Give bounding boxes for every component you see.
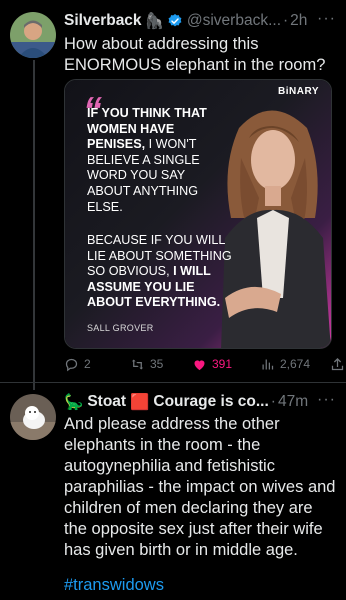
reply-count: 2 xyxy=(84,357,91,371)
tweet-text: How about addressing this ENORMOUS eleph… xyxy=(64,35,326,74)
like-button[interactable]: 391 xyxy=(192,357,232,372)
like-count: 391 xyxy=(212,357,233,371)
quote-part-1: If you think that women have penises, I … xyxy=(87,106,227,215)
avatar-man-icon xyxy=(10,12,56,58)
views-button[interactable]: 2,674 xyxy=(260,357,310,372)
heart-filled-icon xyxy=(194,359,205,370)
tweet-actions: 2 35 391 2,674 xyxy=(64,353,344,375)
timestamp[interactable]: 47m xyxy=(278,393,308,411)
gorilla-emoji-icon: 🦍 xyxy=(144,12,164,30)
tweet-header: 🦕 Stoat 🟥 Courage is co... · 47m xyxy=(64,392,338,412)
more-options-icon[interactable]: ··· xyxy=(317,10,336,28)
tweet-stoat[interactable]: 🦕 Stoat 🟥 Courage is co... · 47m ··· And… xyxy=(0,383,346,600)
quote-part-2: Because if you will lie about something … xyxy=(87,233,237,311)
dinosaur-emoji-icon: 🦕 xyxy=(64,393,84,411)
card-brand: BiNARY xyxy=(278,86,319,97)
more-options-icon[interactable]: ··· xyxy=(317,391,336,409)
tweet-header: Silverback 🦍 @siverback... · 2h xyxy=(64,11,338,31)
avatar-stoat-icon xyxy=(10,394,56,440)
tweet-silverback[interactable]: Silverback 🦍 @siverback... · 2h ··· How … xyxy=(0,0,346,390)
reply-icon xyxy=(65,358,78,371)
red-square-emoji-icon: 🟥 xyxy=(130,393,150,411)
share-button[interactable] xyxy=(330,357,345,372)
timestamp[interactable]: 2h xyxy=(290,12,307,30)
retweet-icon xyxy=(131,359,144,369)
display-name[interactable]: Stoat xyxy=(87,393,126,411)
share-icon xyxy=(331,357,344,370)
retweet-count: 35 xyxy=(150,357,164,371)
avatar-silverback[interactable] xyxy=(10,12,56,58)
woman-portrait-image xyxy=(221,110,331,348)
quote-image-card[interactable]: BiNARY “ If you think that women have pe… xyxy=(64,79,332,349)
reply-button[interactable]: 2 xyxy=(64,357,91,372)
quote-author: SALL GROVER xyxy=(87,323,154,333)
display-name-suffix[interactable]: Courage is co... xyxy=(153,393,268,411)
handle[interactable]: @siverback... xyxy=(187,12,281,30)
separator-dot: · xyxy=(270,393,276,410)
verified-badge-icon xyxy=(167,13,183,29)
avatar-stoat[interactable] xyxy=(10,394,56,440)
views-chart-icon xyxy=(262,359,274,369)
thread-line xyxy=(33,60,35,390)
hashtag-link[interactable]: #transwidows xyxy=(64,575,340,596)
separator-dot: · xyxy=(283,12,289,29)
views-count: 2,674 xyxy=(280,357,311,371)
display-name[interactable]: Silverback xyxy=(64,12,142,30)
tweet-text: And please address the other elephants i… xyxy=(64,415,336,559)
retweet-button[interactable]: 35 xyxy=(130,357,163,372)
